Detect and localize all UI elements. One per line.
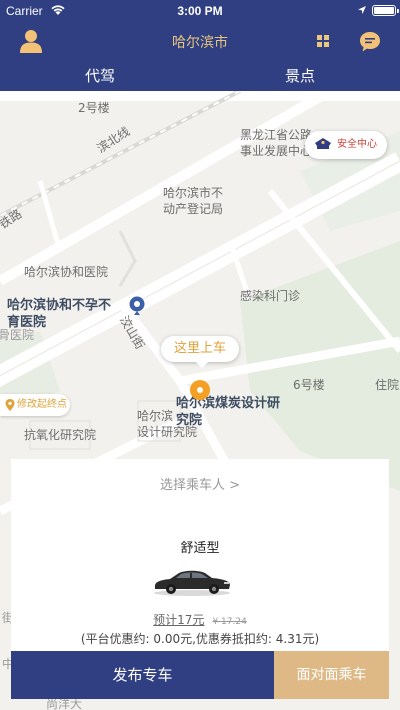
tab-designated-driver[interactable]: 代驾: [0, 62, 200, 91]
map-label: 住院: [375, 378, 400, 392]
sedan-car-icon: [154, 570, 230, 596]
map-poi-label: 哈尔滨煤炭设计研: [176, 396, 281, 411]
pickup-here-bubble[interactable]: 这里上车: [161, 336, 239, 368]
map-label: 黑龙江省公路: [240, 128, 313, 142]
message-icon[interactable]: [358, 30, 382, 54]
price-row: 预计17元 ¥ 17.24: [11, 609, 389, 628]
grid-menu-icon[interactable]: [317, 35, 329, 47]
booking-card: 选择乘车人 > 舒适型 预计17元 ¥ 17.24 (平台优惠约: 0.00元,优…: [11, 459, 389, 651]
safety-center-label: 安全中心: [337, 139, 377, 150]
top-nav: 哈尔滨市: [0, 22, 400, 62]
map-label: 动产登记局: [163, 202, 224, 216]
map-label: 设计研究院: [137, 425, 198, 439]
map-label: 感染科门诊: [240, 289, 301, 303]
hospital-pin-icon[interactable]: [129, 295, 145, 317]
car-type-label: 舒适型: [180, 541, 220, 556]
map-label: 哈尔滨市不: [163, 186, 224, 200]
police-cap-icon: [315, 138, 331, 149]
original-price: ¥ 17.24: [212, 617, 247, 627]
status-bar: Carrier 3:00 PM: [0, 0, 400, 22]
map-label: 6号楼: [293, 378, 325, 392]
modify-route-label: 修改起终点: [17, 399, 67, 410]
map-label: 事业发展中心: [240, 144, 313, 158]
map-label: 2号楼: [78, 101, 110, 115]
city-title[interactable]: 哈尔滨市: [0, 32, 400, 52]
tab-scenic-spots[interactable]: 景点: [200, 62, 400, 91]
discount-info: (平台优惠约: 0.00元,优惠券抵扣约: 4.31元): [80, 632, 320, 646]
battery-icon: [372, 5, 399, 16]
safety-center-button[interactable]: 安全中心: [305, 131, 387, 159]
modify-route-button[interactable]: 修改起终点: [0, 394, 70, 416]
estimated-price[interactable]: 预计17元: [153, 613, 204, 627]
publish-ride-button[interactable]: 发布专车: [11, 651, 274, 699]
map-label: 哈尔滨协和医院: [24, 265, 109, 279]
location-arrow-icon: [358, 6, 366, 14]
map-label: 哈尔滨: [137, 409, 174, 423]
status-time: 3:00 PM: [177, 4, 223, 18]
location-pin-icon: [5, 399, 15, 411]
map-label: 抗氧化研究院: [24, 428, 97, 442]
select-passenger-link[interactable]: 选择乘车人 >: [11, 474, 389, 493]
pickup-location-pin-icon[interactable]: [190, 380, 210, 400]
map-poi-label: 哈尔滨协和不孕不: [7, 298, 112, 313]
face-to-face-ride-button[interactable]: 面对面乘车: [274, 651, 389, 699]
map-label: 骨医院: [0, 328, 35, 342]
service-tabs: 代驾 景点: [0, 62, 400, 91]
